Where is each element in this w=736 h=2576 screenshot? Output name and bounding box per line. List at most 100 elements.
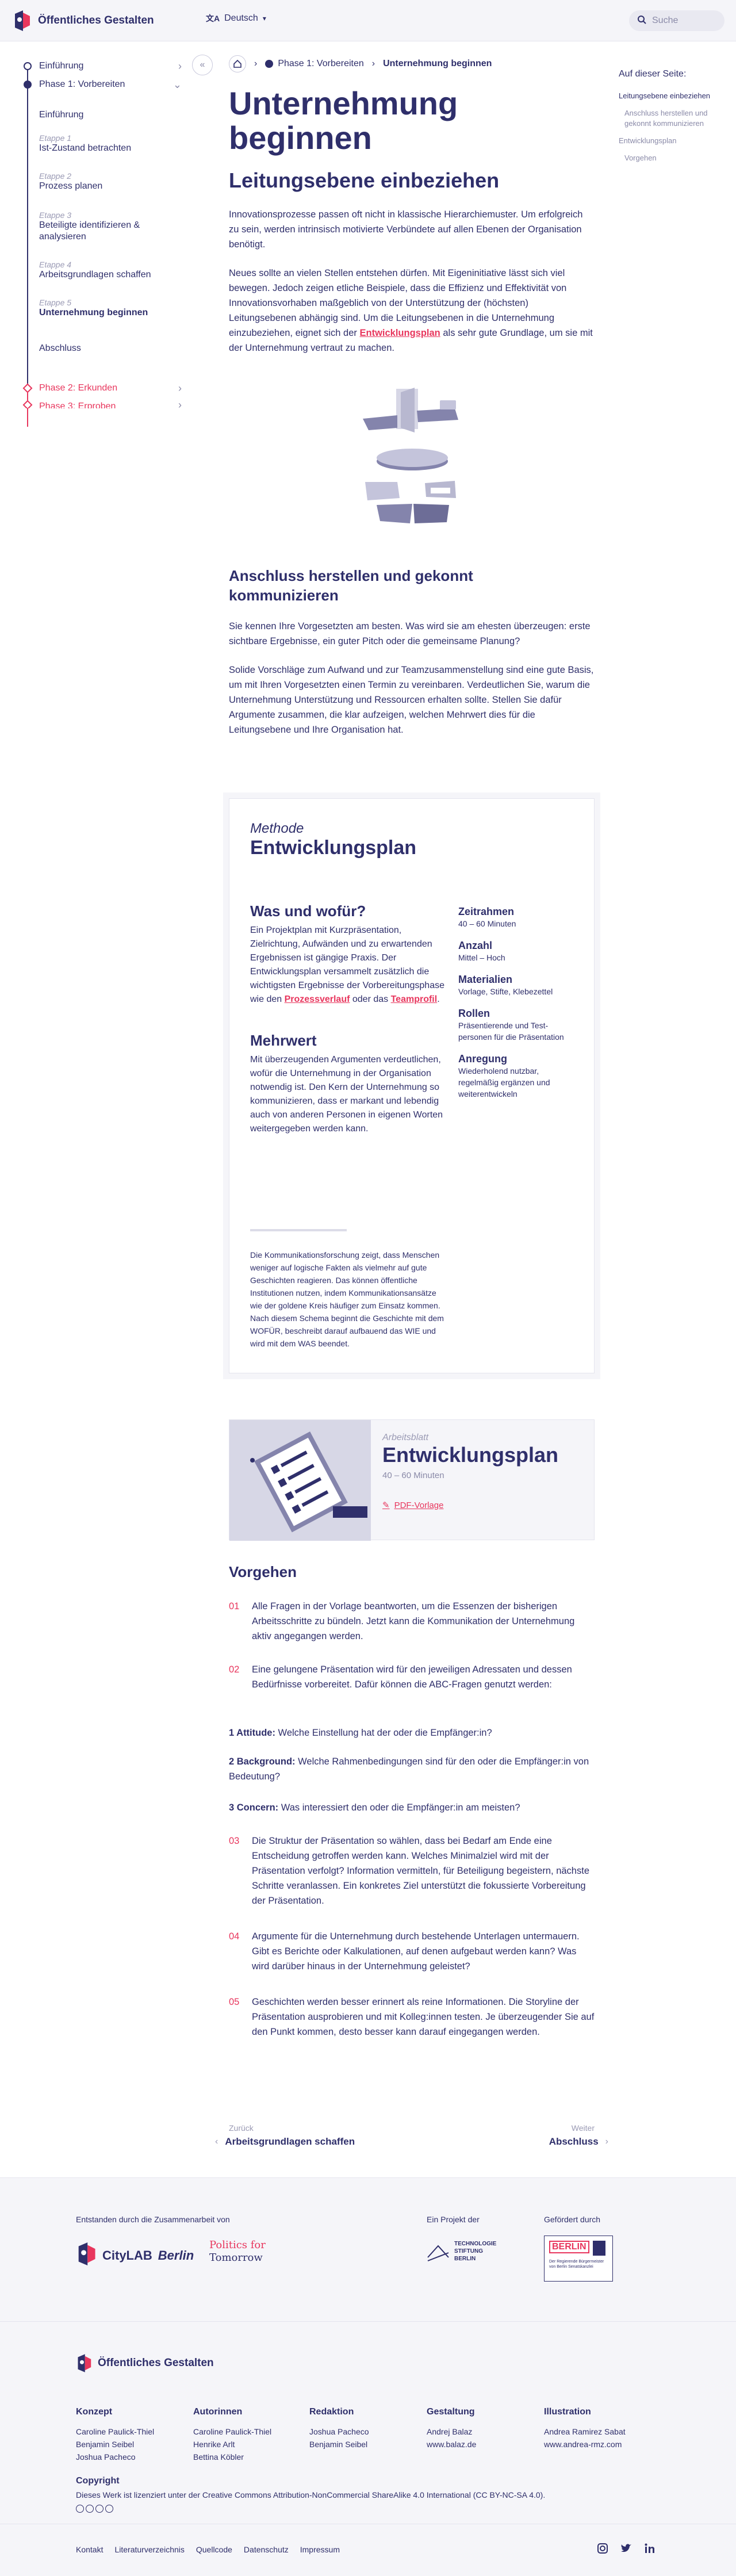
pdf-template-link[interactable]: ✎ PDF-Vorlage [382, 1500, 558, 1511]
pft-line1: Politics for [209, 2239, 266, 2251]
meta-value: Vorlage, Stifte, Klebezettel [458, 987, 553, 996]
footer-link-quellcode[interactable]: Quellcode [196, 2545, 232, 2554]
toc-item[interactable]: Vorgehen [619, 153, 722, 163]
section-heading: Leitungsebene einbeziehen [229, 169, 500, 192]
step-number: 03 [229, 1836, 240, 1846]
step-number: 01 [229, 1601, 240, 1612]
credits-name: Andrej Balaz [427, 2427, 473, 2436]
language-selector[interactable]: 文A Deutsch ▾ [206, 13, 266, 24]
citylab-logo-link[interactable]: CityLAB Berlin [76, 2242, 194, 2268]
sidebar-item-phase-2[interactable]: Phase 2: Erkunden › [21, 380, 182, 397]
method-kicker: Methode [250, 821, 304, 836]
politics-for-tomorrow-logo[interactable]: Politics for Tomorrow [209, 2239, 266, 2264]
sidebar-item-phase-1[interactable]: Phase 1: Vorbereiten ⌄ [21, 76, 182, 93]
translate-icon: 文A [206, 14, 220, 23]
method-what-heading: Was und wofür? [250, 902, 366, 920]
prev-label: Arbeitsgrundlagen schaffen [225, 2136, 355, 2147]
stage-label: Prozess planen [39, 181, 103, 191]
step-text: Die Struktur der Präsentation so wählen,… [252, 1836, 589, 1906]
sidebar-subitem-etappe-4[interactable]: Etappe 4 Arbeitsgrundlagen schaffen [39, 260, 151, 281]
credits-column: Gestaltung Andrej Balaz www.balaz.de [427, 2407, 530, 2451]
collab-label: Entstanden durch die Zusammenarbeit von [76, 2215, 230, 2224]
technologiestiftung-logo[interactable]: TECHNOLOGIE STIFTUNG BERLIN [427, 2240, 496, 2263]
step-text: Eine gelungene Präsentation wird für den… [252, 1664, 572, 1690]
meta-value: 40 – 60 Minuten [458, 919, 516, 928]
step-dot-icon [24, 62, 32, 70]
chevron-left-icon: ‹ [215, 2137, 218, 2146]
worksheet-title: Entwicklungsplan [382, 1443, 559, 1467]
sidebar-subitem-abschluss[interactable]: Abschluss [39, 343, 81, 354]
entwicklungsplan-link[interactable]: Entwicklungsplan [360, 328, 440, 338]
twitter-icon[interactable] [620, 2543, 632, 2557]
citylab-logo-icon [76, 2242, 97, 2268]
sidebar-item-label: Phase 1: Vorbereiten [39, 79, 125, 89]
copyright-head: Copyright [76, 2476, 120, 2486]
credits-name: Caroline Paulick-Thiel [193, 2427, 272, 2436]
project-label: Ein Projekt der [427, 2215, 480, 2224]
search-input[interactable] [652, 16, 715, 26]
breadcrumb-home-button[interactable] [229, 55, 246, 72]
credits-name: Benjamin Seibel [76, 2440, 135, 2449]
procedure-step: 01 Alle Fragen in der Vorlage beantworte… [229, 1599, 595, 1645]
sidebar-subitem-etappe-2[interactable]: Etappe 2 Prozess planen [39, 171, 102, 192]
credits-head: Gestaltung [427, 2407, 475, 2417]
procedure-step: 05 Geschichten werden besser erinnert al… [229, 1995, 595, 2058]
prozessverlauf-link[interactable]: Prozessverlauf [285, 994, 350, 1004]
footer-link-impressum[interactable]: Impressum [300, 2545, 340, 2554]
breadcrumb-phase-label: Phase 1: Vorbereiten [278, 59, 364, 68]
cc-license-icons[interactable] [76, 2505, 113, 2513]
sidebar-item-einfuehrung[interactable]: Einführung › [21, 58, 182, 75]
toc-item[interactable]: Leitungsebene einbeziehen [619, 91, 722, 101]
sidebar-item-phase-3[interactable]: Phase 3: Erproben › [21, 398, 182, 408]
paragraph: Solide Vorschläge zum Aufwand und zur Te… [229, 665, 594, 735]
site-logo-link[interactable]: Öffentliches Gestalten [13, 10, 154, 31]
credits-link[interactable]: www.balaz.de [427, 2438, 530, 2451]
footer-link-literaturverzeichnis[interactable]: Literaturverzeichnis [114, 2545, 184, 2554]
breadcrumb-phase-link[interactable]: Phase 1: Vorbereiten [265, 59, 364, 69]
sidebar-nav: Einführung › Phase 1: Vorbereiten ⌄ Einf… [0, 41, 195, 427]
footer-partners: Entstanden durch die Zusammenarbeit von … [0, 2177, 736, 2321]
toc-item[interactable]: Entwicklungsplan [619, 136, 722, 146]
toc-item[interactable]: Anschluss herstellen und gekonnt kommuni… [619, 108, 722, 129]
teamprofil-link[interactable]: Teamprofil [391, 994, 438, 1004]
citylab-name: CityLAB [102, 2248, 152, 2263]
next-page-link[interactable]: Weiter Abschluss › [549, 2123, 608, 2148]
method-value-heading: Mehrwert [250, 1032, 317, 1049]
credits-link[interactable]: www.andrea-rmz.com [544, 2438, 659, 2451]
toc-title: Auf dieser Seite: [619, 69, 687, 79]
sidebar-subitem-etappe-3[interactable]: Etappe 3 Beteiligte identifizieren & ana… [39, 210, 171, 243]
section-heading: Anschluss herstellen und gekonnt kommuni… [229, 567, 473, 604]
footer-site-logo[interactable]: Öffentliches Gestalten [76, 2354, 214, 2372]
credits-column: Redaktion Joshua Pacheco Benjamin Seibel [309, 2407, 413, 2451]
by-icon [86, 2505, 94, 2513]
abc-question: 2 Background: Welche Rahmenbedingungen s… [229, 1756, 589, 1782]
prev-page-link[interactable]: Zurück ‹ Arbeitsgrundlagen schaffen [215, 2123, 355, 2148]
berlin-bear-icon [592, 2241, 605, 2256]
abc-question: 3 Concern: Was interessiert den oder die… [229, 1802, 520, 1813]
procedure-step: 04 Argumente für die Unternehmung durch … [229, 1929, 595, 1975]
footer-link-kontakt[interactable]: Kontakt [76, 2545, 103, 2554]
berlin-senate-logo[interactable]: BERLIN Der Regierende Bürgermeister von … [544, 2236, 613, 2282]
credits-column: Konzept Caroline Paulick-Thiel Benjamin … [76, 2407, 179, 2463]
sidebar-subitem-etappe-1[interactable]: Etappe 1 Ist-Zustand betrachten [39, 133, 131, 154]
chevron-right-icon: › [178, 60, 182, 72]
credits-head: Illustration [544, 2407, 591, 2417]
nc-icon [95, 2505, 103, 2513]
footer-links: Kontakt Literaturverzeichnis Quellcode D… [0, 2524, 736, 2576]
tsb-logo-icon [427, 2245, 449, 2261]
meta-label: Anregung [458, 1053, 507, 1065]
section-heading: Vorgehen [229, 1563, 297, 1580]
sidebar-collapse-button[interactable]: « [192, 55, 213, 75]
stage-label: Unternehmung beginnen [39, 308, 148, 317]
meta-label: Zeitrahmen [458, 906, 515, 917]
next-label: Abschluss [549, 2136, 599, 2147]
sidebar-subitem-einfuehrung[interactable]: Einführung [39, 109, 83, 121]
phase-dot-icon [265, 60, 274, 68]
credits-column: Illustration Andrea Ramirez Sabat www.an… [544, 2407, 659, 2451]
footer-link-datenschutz[interactable]: Datenschutz [244, 2545, 289, 2554]
method-what-text: Ein Projektplan mit Kurzpräsentation, Zi… [250, 925, 444, 1004]
sidebar-subitem-etappe-5[interactable]: Etappe 5 Unternehmung beginnen [39, 298, 148, 319]
linkedin-icon[interactable] [644, 2543, 656, 2557]
instagram-icon[interactable] [597, 2543, 608, 2557]
step-number: 05 [229, 1997, 240, 2007]
